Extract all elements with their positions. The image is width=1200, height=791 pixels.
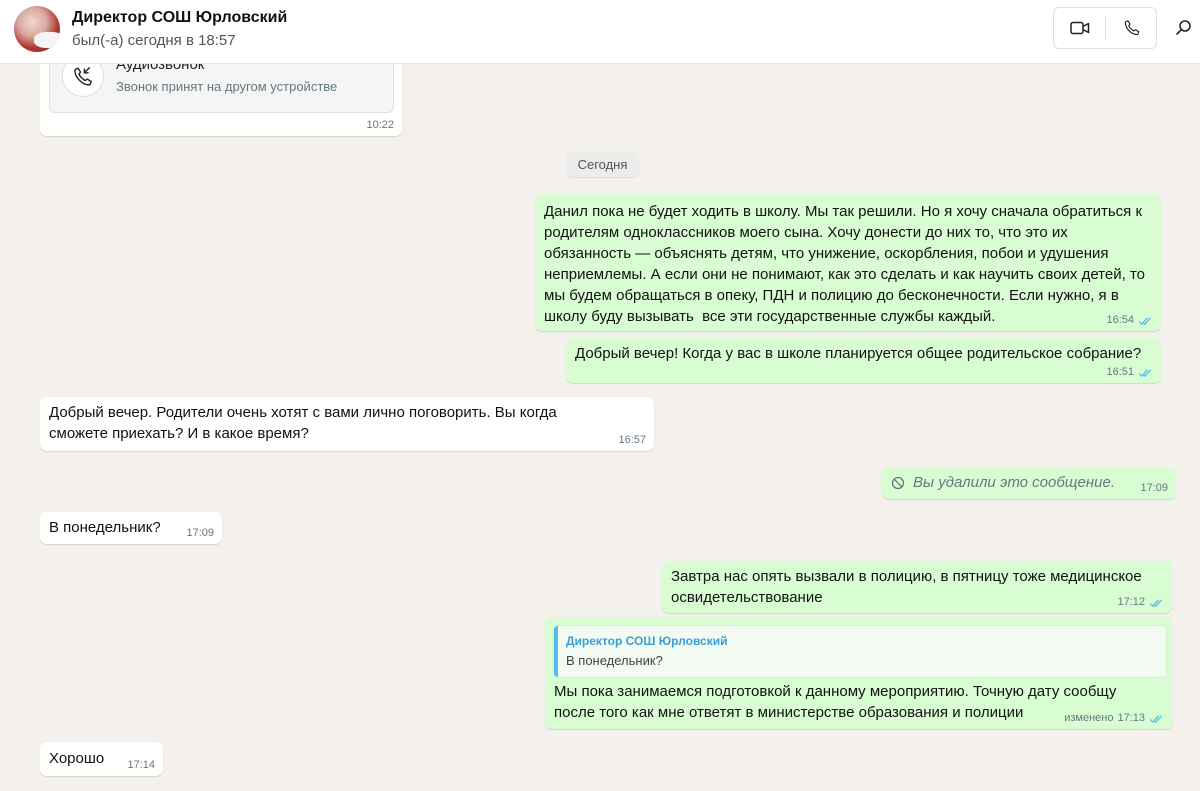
deleted-circle-icon (891, 476, 905, 489)
video-camera-icon (1069, 21, 1089, 35)
message-incoming[interactable]: Хорошо 17:14 (40, 742, 163, 776)
message-time: изменено 17:13 (1064, 712, 1164, 725)
message-time: 16:51 (1106, 366, 1153, 379)
contact-last-seen: был(-а) сегодня в 18:57 (72, 32, 236, 49)
call-subtitle: Звонок принят на другом устройстве (116, 79, 338, 94)
message-outgoing[interactable]: Данил пока не будет ходить в школу. Мы т… (535, 194, 1161, 331)
message-outgoing-reply[interactable]: Директор СОШ Юрловский В понедельник? Мы… (545, 617, 1172, 729)
call-message[interactable]: Аудиозвонок Звонок принят на другом устр… (40, 64, 402, 136)
incoming-call-icon (74, 67, 92, 86)
message-time: 16:54 (1106, 314, 1153, 327)
message-time: 17:14 (127, 759, 155, 771)
call-title: Аудиозвонок (116, 64, 205, 73)
message-text: Добрый вечер. Родители очень хотят с вам… (49, 404, 561, 442)
message-text: Завтра нас опять вызвали в полицию, в пя… (671, 568, 1146, 606)
quoted-author: Директор СОШ Юрловский (566, 634, 728, 648)
message-incoming[interactable]: В понедельник? 17:09 (40, 512, 222, 544)
video-call-button[interactable] (1054, 8, 1105, 48)
message-text: Данил пока не будет ходить в школу. Мы т… (544, 203, 1150, 325)
message-time: 17:09 (1140, 482, 1168, 494)
phone-icon (1124, 20, 1139, 36)
message-text: Добрый вечер! Когда у вас в школе планир… (575, 345, 1142, 362)
search-icon (1176, 20, 1191, 35)
message-outgoing[interactable]: Добрый вечер! Когда у вас в школе планир… (566, 338, 1161, 383)
contact-avatar[interactable] (14, 6, 60, 52)
quoted-text: В понедельник? (566, 653, 663, 668)
chat-header: Директор СОШ Юрловский был(-а) сегодня в… (0, 0, 1200, 64)
message-list[interactable]: Аудиозвонок Звонок принят на другом устр… (0, 64, 1200, 791)
call-buttons-group (1053, 7, 1157, 49)
quoted-message[interactable]: Директор СОШ Юрловский В понедельник? (554, 626, 1166, 677)
message-incoming[interactable]: Добрый вечер. Родители очень хотят с вам… (40, 397, 654, 451)
message-time: 17:12 (1117, 596, 1164, 609)
call-icon-circle (62, 64, 104, 97)
deleted-message-text: Вы удалили это сообщение. (891, 472, 1166, 493)
date-divider: Сегодня (566, 151, 639, 177)
read-receipt-icon (1138, 368, 1151, 377)
message-deleted[interactable]: Вы удалили это сообщение. 17:09 (882, 467, 1176, 499)
voice-call-button[interactable] (1106, 8, 1157, 48)
read-receipt-icon (1149, 714, 1162, 723)
read-receipt-icon (1138, 316, 1151, 325)
message-outgoing[interactable]: Завтра нас опять вызвали в полицию, в пя… (662, 561, 1172, 613)
call-card[interactable]: Аудиозвонок Звонок принят на другом устр… (49, 64, 394, 113)
edited-label: изменено (1064, 712, 1114, 724)
contact-name[interactable]: Директор СОШ Юрловский (72, 9, 287, 27)
search-button[interactable] (1170, 14, 1198, 42)
read-receipt-icon (1149, 598, 1162, 607)
message-time: 17:09 (186, 527, 214, 539)
message-time: 16:57 (618, 434, 646, 446)
message-time: 10:22 (366, 119, 394, 131)
